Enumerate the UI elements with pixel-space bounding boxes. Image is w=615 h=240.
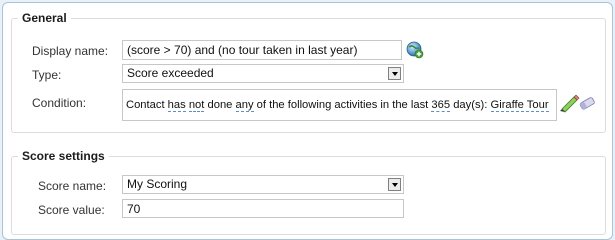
score-value-label: Score value: bbox=[38, 203, 105, 217]
edit-pencil-icon[interactable] bbox=[558, 93, 598, 113]
chevron-down-icon[interactable] bbox=[388, 178, 401, 191]
type-select[interactable]: Score exceeded bbox=[122, 64, 404, 83]
condition-text: Contact bbox=[126, 99, 165, 111]
condition-keyword-not[interactable]: not bbox=[188, 99, 205, 112]
score-name-value: My Scoring bbox=[127, 177, 188, 191]
condition-label: Condition: bbox=[32, 96, 87, 110]
score-value-input[interactable] bbox=[122, 199, 404, 218]
condition-box: Contact has not done any of the followin… bbox=[122, 89, 557, 121]
score-name-label: Score name: bbox=[38, 179, 107, 193]
condition-text: day(s): bbox=[453, 99, 488, 111]
dialog-frame: General Display name: Type: Score exceed… bbox=[2, 2, 613, 240]
score-name-select[interactable]: My Scoring bbox=[122, 175, 404, 194]
condition-keyword-days[interactable]: 365 bbox=[431, 99, 451, 112]
condition-keyword-activity[interactable]: Giraffe Tour bbox=[490, 99, 549, 112]
display-name-label: Display name: bbox=[32, 44, 109, 58]
condition-text: of the following activities in the last bbox=[256, 99, 429, 111]
condition-text: done bbox=[207, 99, 233, 111]
chevron-down-icon[interactable] bbox=[388, 67, 401, 80]
condition-keyword-has[interactable]: has bbox=[167, 99, 186, 112]
add-globe-icon[interactable] bbox=[406, 41, 424, 59]
condition-keyword-any[interactable]: any bbox=[235, 99, 254, 112]
general-legend: General bbox=[22, 11, 67, 25]
type-label: Type: bbox=[32, 68, 62, 82]
score-settings-legend: Score settings bbox=[22, 149, 105, 163]
display-name-input[interactable] bbox=[122, 40, 402, 60]
type-select-value: Score exceeded bbox=[127, 66, 214, 80]
